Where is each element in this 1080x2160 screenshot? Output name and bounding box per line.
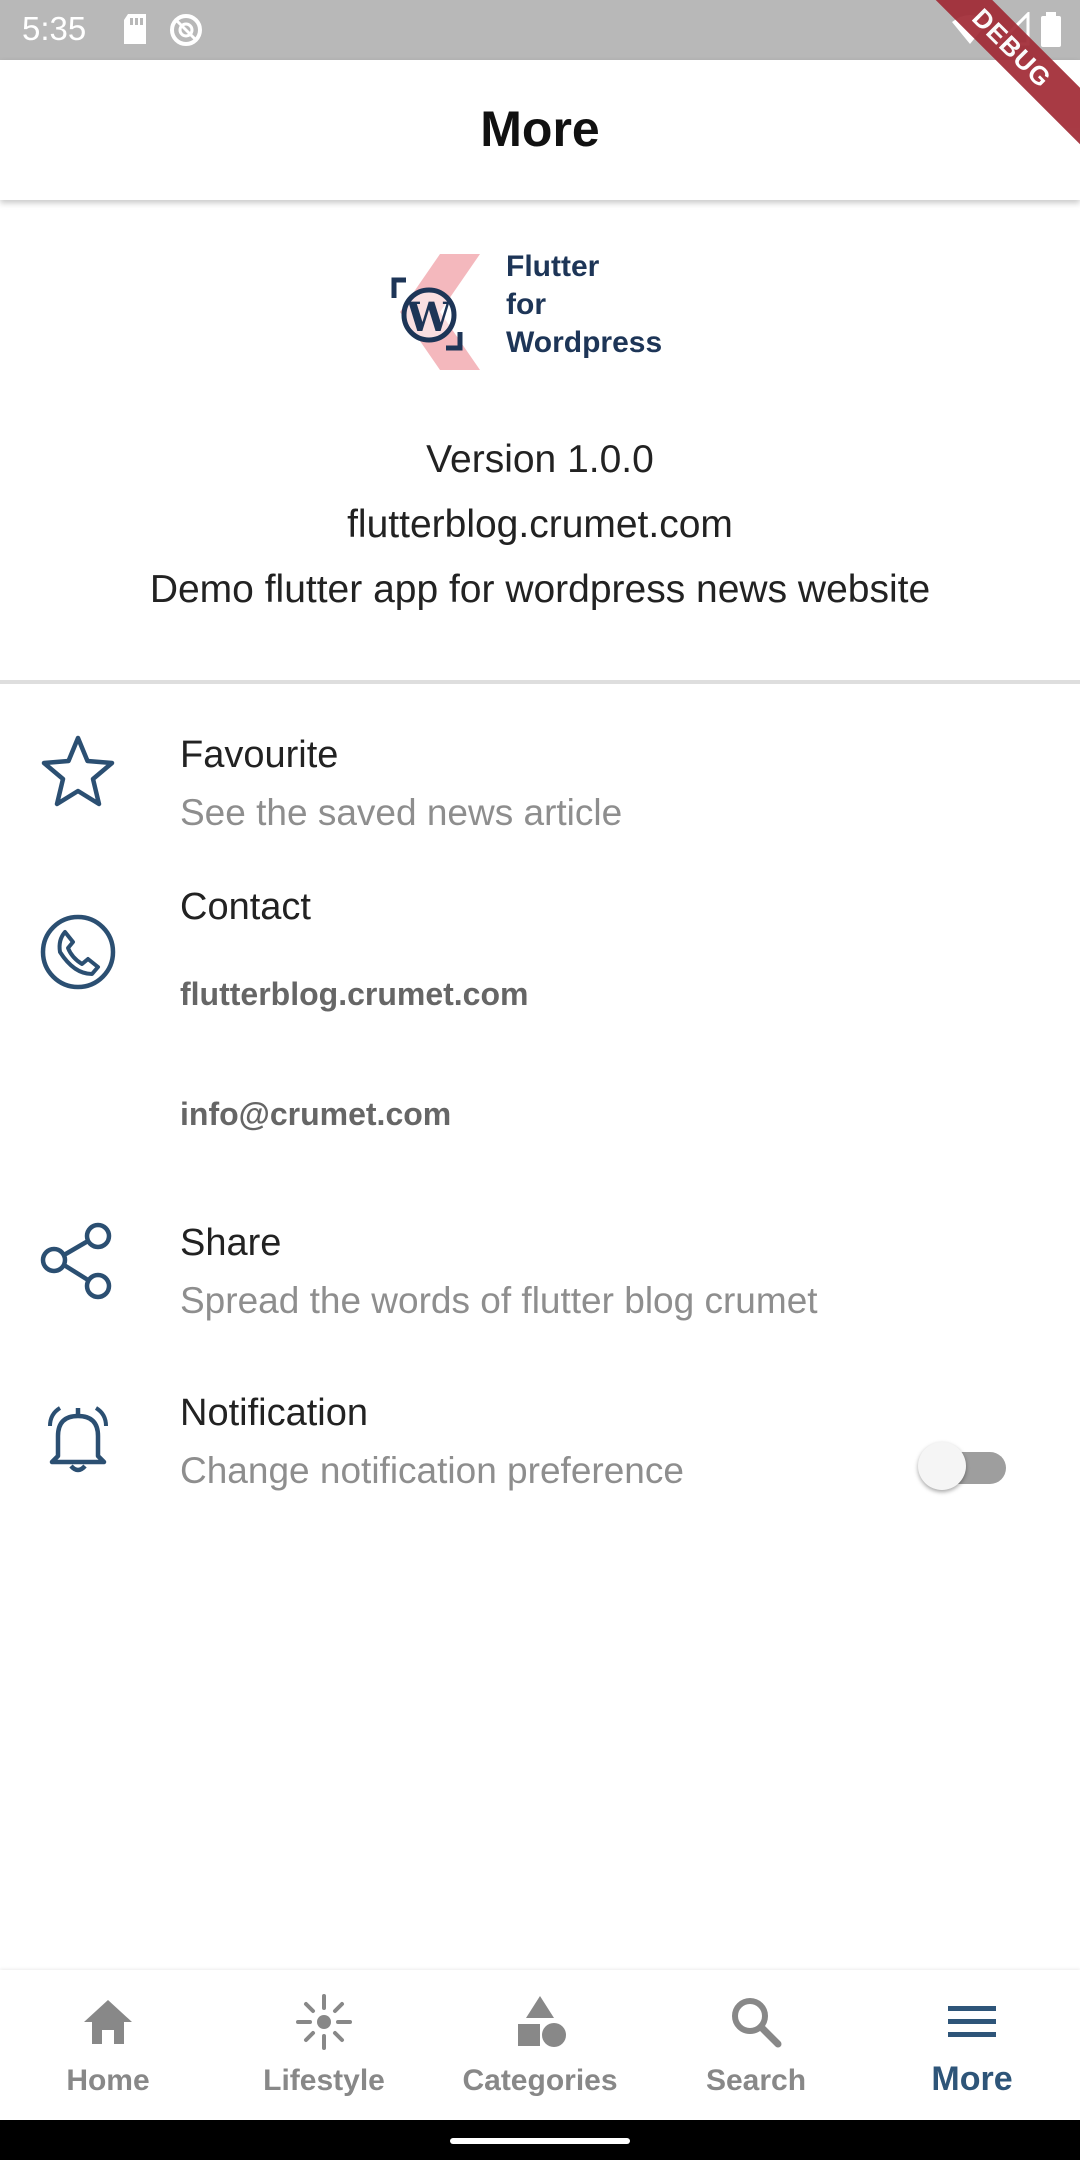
- wordpress-logo-icon: W: [391, 254, 480, 370]
- nav-categories[interactable]: Categories: [432, 1970, 648, 2120]
- logo-text: Flutter for Wordpress: [506, 248, 662, 362]
- star-icon: [41, 735, 115, 807]
- nav-label-search: Search: [705, 2064, 807, 2097]
- lifestyle-icon: [296, 1994, 352, 2050]
- nav-lifestyle[interactable]: Lifestyle: [216, 1970, 432, 2120]
- gesture-bar: [0, 2120, 1080, 2160]
- share-title: Share: [180, 1222, 282, 1264]
- nav-label-home: Home: [66, 2064, 150, 2097]
- app-logo: W Flutter for Wordpress: [380, 248, 700, 378]
- app-bar: More: [0, 60, 1080, 200]
- categories-icon: [518, 1996, 566, 2047]
- search-icon: [732, 1998, 782, 2048]
- divider: [0, 680, 1080, 684]
- logo-text-line1: Flutter: [506, 250, 600, 283]
- page-title: More: [480, 101, 600, 157]
- app-version: Version 1.0.0: [426, 438, 654, 481]
- notification-title: Notification: [180, 1392, 368, 1434]
- nav-label-more: More: [931, 2060, 1013, 2098]
- notification-subtitle: Change notification preference: [180, 1450, 684, 1491]
- phone-icon: [40, 914, 116, 990]
- notification-toggle[interactable]: [918, 1440, 1008, 1492]
- app-description: Demo flutter app for wordpress news webs…: [149, 568, 931, 611]
- svg-text:W: W: [406, 294, 453, 341]
- app-website: flutterblog.crumet.com: [347, 503, 733, 546]
- battery-icon: [1041, 12, 1061, 47]
- data-saver-icon: [170, 14, 202, 46]
- toggle-thumb: [918, 1442, 966, 1490]
- contact-title: Contact: [180, 886, 311, 928]
- screen: 5:35 DEBUG More W Flutter for Wordpress …: [0, 0, 1080, 2160]
- share-icon: [40, 1222, 112, 1300]
- contact-website-link[interactable]: flutterblog.crumet.com: [180, 976, 528, 1013]
- nav-label-categories: Categories: [462, 2064, 618, 2097]
- logo-text-line2: for: [506, 288, 546, 321]
- home-icon: [84, 2000, 132, 2044]
- contact-email-link[interactable]: info@crumet.com: [180, 1096, 451, 1133]
- sd-card-icon: [124, 14, 146, 44]
- status-bar: 5:35: [0, 0, 1080, 60]
- menu-icon: [948, 2006, 996, 2037]
- favourite-subtitle: See the saved news article: [180, 792, 623, 833]
- logo-text-line3: Wordpress: [506, 326, 663, 359]
- status-time: 5:35: [22, 10, 87, 47]
- share-subtitle: Spread the words of flutter blog crumet: [180, 1280, 818, 1321]
- nav-label-lifestyle: Lifestyle: [263, 2064, 385, 2097]
- bottom-nav: Home Lifestyle Categories Search More: [0, 1970, 1080, 2120]
- home-gesture-handle[interactable]: [450, 2138, 630, 2144]
- nav-search[interactable]: Search: [648, 1970, 864, 2120]
- bell-icon: [48, 1406, 108, 1473]
- nav-home[interactable]: Home: [0, 1970, 216, 2120]
- favourite-title: Favourite: [180, 734, 339, 776]
- nav-more[interactable]: More: [864, 1970, 1080, 2120]
